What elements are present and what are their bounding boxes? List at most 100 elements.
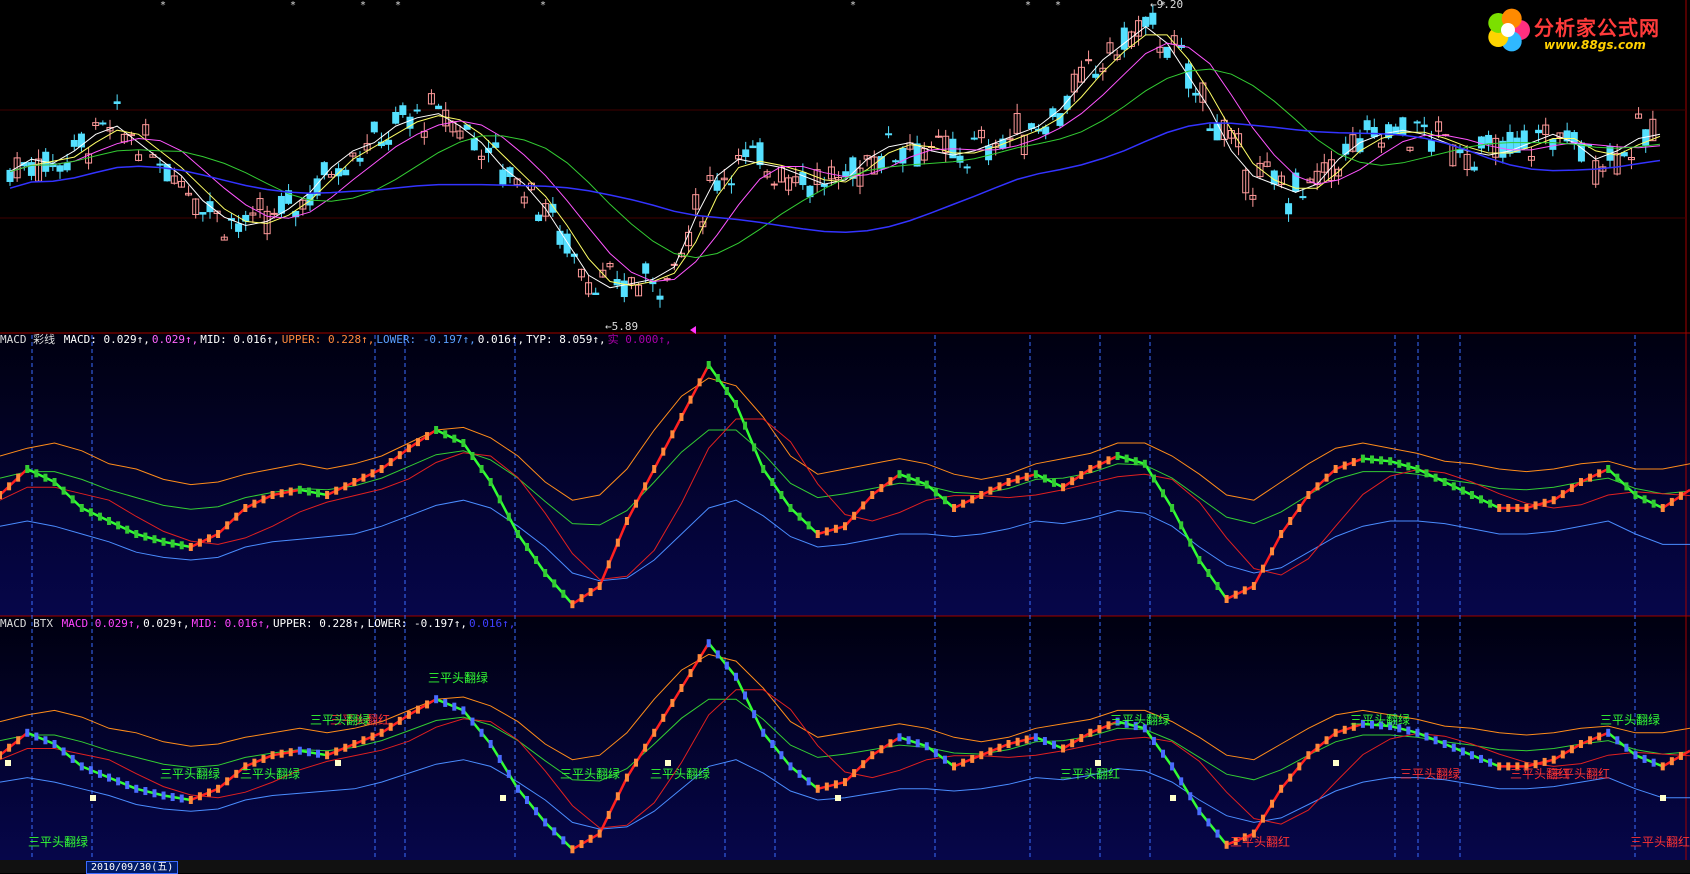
macd-btx-bar-mark [1460, 747, 1465, 756]
macd-color-macd-segment [190, 532, 219, 549]
macd-color-bar-mark [1578, 478, 1583, 486]
macd-btx-bar-mark [624, 773, 629, 782]
macd-color-bar-mark [161, 537, 166, 546]
macd-color-bar-mark [1251, 582, 1256, 590]
macd-color-bar-mark [552, 579, 557, 588]
macd-btx-bar-mark [379, 728, 384, 737]
macd-color-field-7: 实 0.000↑, [607, 333, 672, 346]
macd-btx-bar-mark [815, 784, 820, 793]
macd-btx-macd-segment [1607, 731, 1637, 757]
macd-btx-bar-mark [843, 778, 847, 787]
candle-body [742, 149, 750, 158]
macd-btx-bar-mark [1006, 740, 1011, 748]
macd-color-bar-mark [1642, 495, 1647, 504]
macd-btx-bar-mark [715, 650, 720, 659]
macd-color-macd-segment [598, 520, 629, 587]
macd-btx-macd-segment [26, 731, 55, 746]
macd-color-bar-mark [988, 486, 993, 495]
macd-btx-bar-mark [1151, 737, 1156, 746]
macd-color-bar-mark [1442, 478, 1447, 486]
macd-btx-bar-mark [1442, 740, 1447, 748]
btx-square-marker [5, 760, 11, 766]
chart-canvas[interactable]: * * * * * * * * *三平头翻绿三平头翻绿 三平头翻绿三平头翻红三平头翻绿三平头翻绿三… [0, 0, 1690, 873]
macd-color-bar-mark [1460, 486, 1465, 495]
macd-color-bar-mark [743, 421, 748, 430]
candle-body [1470, 166, 1478, 171]
macd-color-bar-mark [824, 527, 829, 536]
candle-body [1370, 127, 1378, 138]
macd-btx-macd-segment [135, 787, 164, 797]
macd-btx-bar-mark [1179, 777, 1184, 786]
macd-color-bar-mark [61, 486, 66, 495]
macd-color-bar-mark [761, 465, 766, 473]
candle-body [1477, 136, 1485, 149]
candle-body [1549, 139, 1557, 150]
macd-color-bar-mark [379, 465, 384, 473]
macd-color-bar-mark [1342, 461, 1347, 470]
macd-btx-macd-segment [190, 787, 219, 802]
macd-color-bar-mark [1424, 469, 1429, 478]
macd-color-macd-segment [1089, 454, 1119, 471]
moving-average-line [9, 42, 1661, 283]
macd-color-macd-segment [163, 540, 192, 549]
macd-color-bar-mark [833, 524, 838, 533]
macd-color-field-4: LOWER: -0.197↑, [376, 333, 476, 346]
macd-color-bar-mark [879, 484, 884, 493]
macd-btx-bar-mark [615, 792, 620, 801]
macd-btx-macd-segment [1635, 754, 1664, 768]
macd-btx-bar-mark [25, 728, 30, 737]
macd-btx-bar-mark [597, 829, 602, 838]
signal-star-mark: * [1025, 0, 1031, 11]
macd-btx-bar-mark [88, 766, 93, 775]
macd-btx-bar-mark [443, 698, 448, 707]
macd-color-bar-mark [1051, 478, 1056, 487]
macd-color-bar-mark [0, 491, 2, 499]
macd-color-bar-mark [1270, 547, 1275, 556]
macd-btx-bar-mark [552, 827, 557, 836]
candle-body [935, 135, 943, 138]
macd-color-bar-mark [906, 473, 911, 482]
price-low-arrow: ← [605, 320, 612, 333]
macd-color-bar-mark [1242, 586, 1247, 595]
macd-color-macd-segment [1471, 493, 1500, 510]
macd-color-bar-mark [1588, 473, 1593, 482]
macd-color-bar-mark [1615, 473, 1620, 482]
macd-btx-bar-mark [397, 716, 402, 725]
macd-btx-macd-segment [953, 754, 982, 768]
candle-body [399, 105, 407, 116]
macd-color-field-2: MID: 0.016↑, [200, 333, 280, 346]
macd-color-bar-mark [279, 489, 284, 498]
macd-color-bar-mark [806, 521, 811, 530]
macd-color-bar-mark [406, 444, 411, 453]
macd-btx-macd-segment [163, 794, 192, 802]
signal-star-mark: * [360, 0, 366, 11]
macd-btx-bar-mark [870, 751, 875, 760]
macd-btx-bar-mark [206, 788, 211, 797]
macd-btx-macd-segment [53, 743, 83, 768]
macd-color-bar-mark [779, 491, 784, 499]
macd-btx-bar-mark [1215, 829, 1220, 838]
macd-color-bar-mark [952, 504, 957, 512]
macd-color-macd-segment [135, 532, 164, 544]
macd-btx-bar-mark [706, 639, 711, 648]
macd-btx-bar-mark [1042, 737, 1047, 746]
btx-annotation-15: 三平头翻红 [1550, 766, 1610, 781]
macd-color-bar-mark [1188, 538, 1193, 547]
macd-color-title: MACD 彩线 [0, 333, 56, 346]
macd-color-bar-mark [888, 477, 893, 486]
macd-color-macd-segment [53, 481, 83, 509]
macd-btx-macd-segment [734, 676, 765, 734]
macd-color-macd-segment [408, 428, 437, 450]
macd-color-bar-mark [1215, 582, 1220, 590]
candle-body [199, 212, 207, 215]
macd-btx-bar-mark [1660, 762, 1665, 771]
macd-btx-bar-mark [1315, 743, 1320, 752]
macd-color-macd-segment [980, 480, 1010, 497]
macd-color-bar-mark [861, 501, 866, 510]
macd-btx-bar-mark [0, 751, 2, 760]
candle-body [435, 105, 443, 110]
macd-btx-bar-mark [752, 710, 757, 719]
macd-color-bar-mark [34, 469, 39, 478]
macd-btx-bar-mark [1651, 758, 1656, 767]
macd-color-bar-mark [561, 589, 566, 598]
